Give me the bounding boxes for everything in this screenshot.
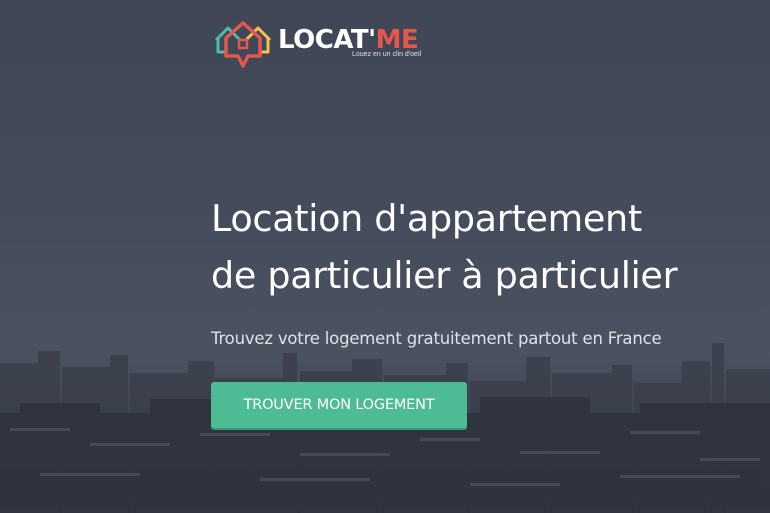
brand-logo[interactable]: LOCAT'ME Louez en un clin d'oeil [214,18,444,70]
hero-section: LOCAT'ME Louez en un clin d'oeil Locatio… [0,0,770,513]
brand-tagline: Louez en un clin d'oeil [352,51,422,58]
hero-subtitle: Trouvez votre logement gratuitement part… [211,329,662,348]
hero-headline-line1: Location d'appartement [211,197,642,240]
find-housing-button[interactable]: TROUVER MON LOGEMENT [211,382,467,428]
hero-headline: Location d'appartement de particulier à … [211,190,678,304]
house-map-pin-icon [214,21,272,68]
hero-headline-line2: de particulier à particulier [211,254,678,297]
